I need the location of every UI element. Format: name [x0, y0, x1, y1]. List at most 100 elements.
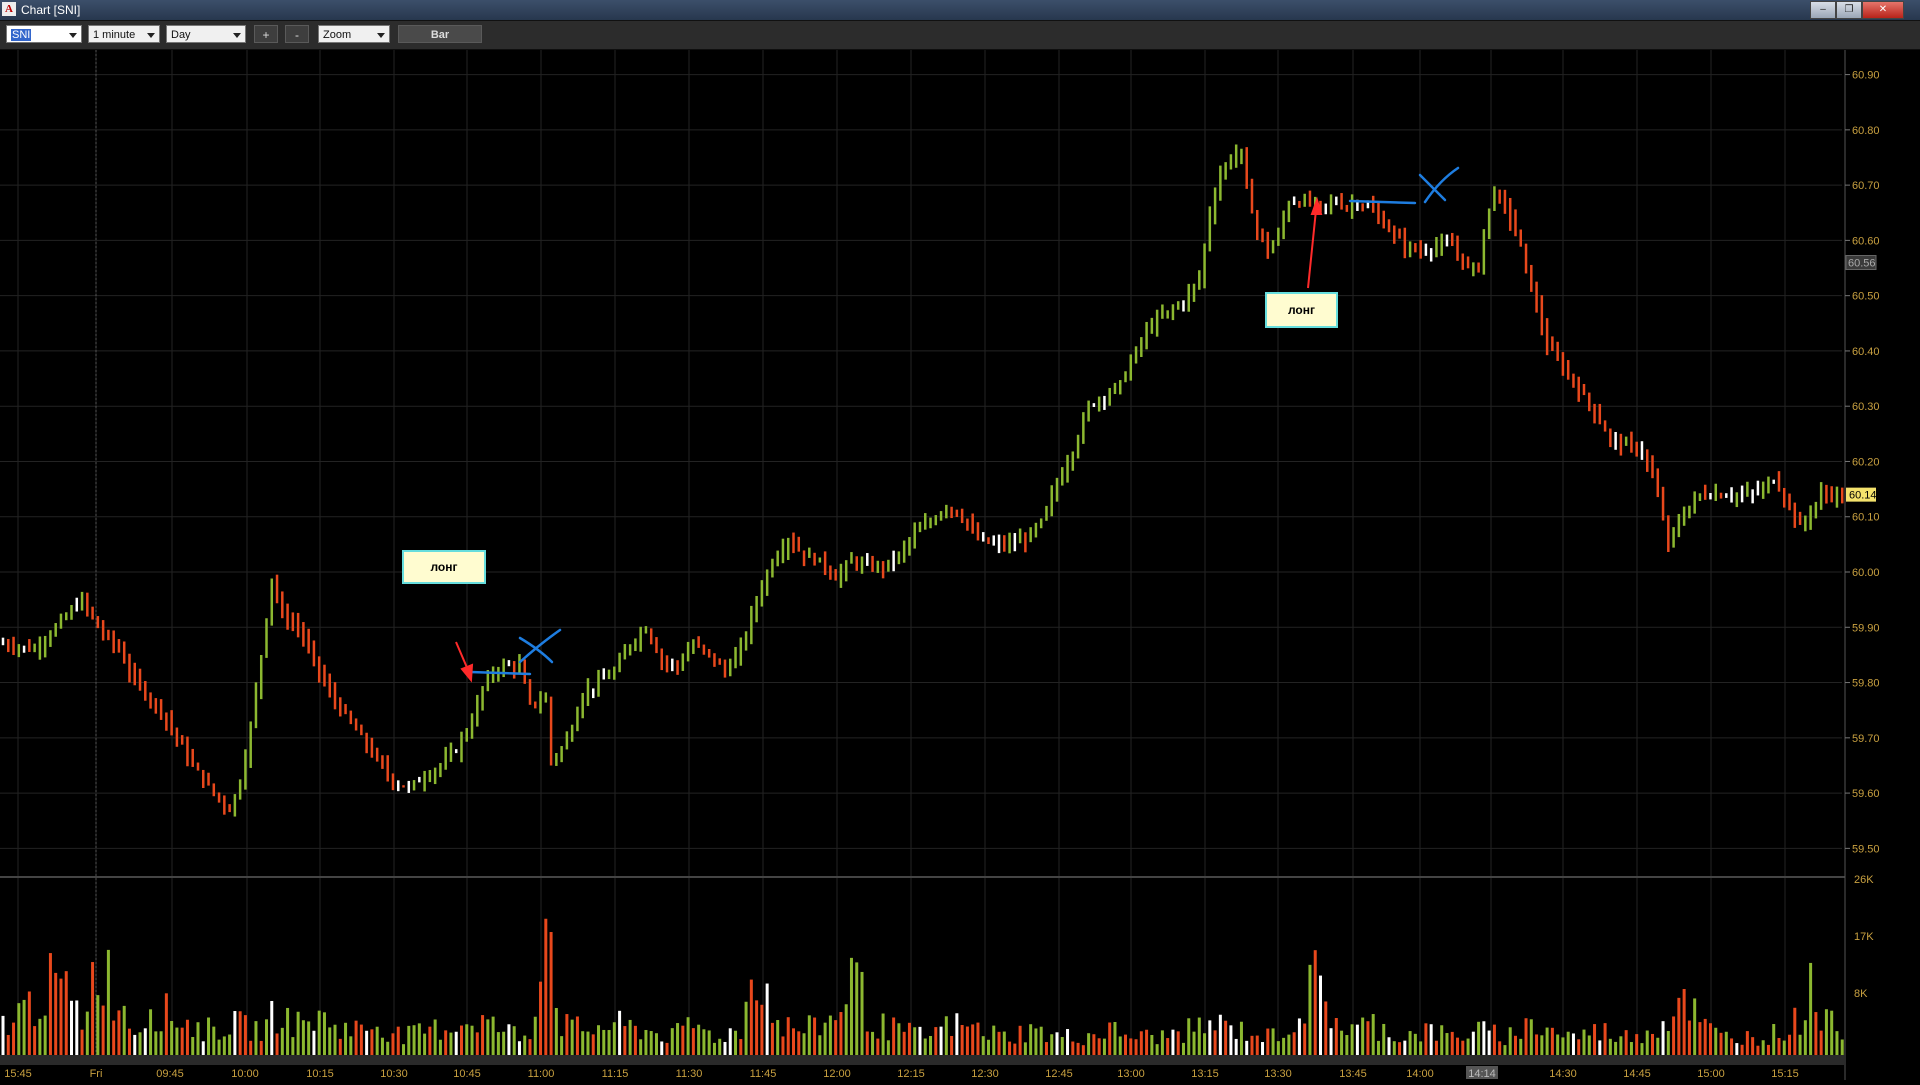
volume-bar — [1324, 1001, 1328, 1055]
volume-bar — [1535, 1034, 1539, 1055]
price-axis-label: 59.90 — [1852, 622, 1880, 634]
volume-bars — [1, 918, 1844, 1055]
volume-bar — [1055, 1032, 1059, 1055]
volume-bar — [570, 1019, 574, 1055]
volume-bar — [1276, 1041, 1280, 1055]
close-icon[interactable]: ✕ — [1862, 1, 1904, 19]
chevron-down-icon[interactable] — [147, 33, 155, 38]
volume-bar — [481, 1015, 485, 1055]
volume-bar — [1329, 1028, 1333, 1055]
volume-bar — [386, 1041, 390, 1055]
volume-bar — [1809, 962, 1813, 1055]
crosshair-price-label: 60.56 — [1848, 258, 1876, 270]
symbol-input[interactable]: SNI — [6, 25, 82, 43]
arrow-2-shaft — [1307, 209, 1317, 289]
volume-bar — [12, 1022, 16, 1055]
volume-bar — [201, 1041, 205, 1055]
volume-bar — [923, 1038, 927, 1055]
volume-bar — [217, 1039, 221, 1055]
volume-bar — [828, 1015, 832, 1055]
time-axis-label: 09:45 — [156, 1068, 184, 1080]
price-axis-label: 60.00 — [1852, 567, 1880, 579]
volume-bar — [1181, 1042, 1185, 1055]
volume-bar — [1577, 1039, 1581, 1055]
range-value: Day — [171, 29, 191, 41]
zoom-select[interactable]: Zoom — [318, 25, 390, 43]
volume-axis-label: 17K — [1854, 931, 1874, 943]
volume-bar — [1076, 1042, 1080, 1055]
volume-bar — [1434, 1040, 1438, 1055]
volume-bar — [1719, 1032, 1723, 1055]
volume-bar — [1571, 1033, 1575, 1055]
price-axis-label: 59.80 — [1852, 678, 1880, 690]
volume-bar — [1376, 1040, 1380, 1055]
volume-bar — [1266, 1028, 1270, 1055]
volume-bar — [1350, 1024, 1354, 1055]
volume-bar — [1029, 1024, 1033, 1055]
volume-bar — [1529, 1019, 1533, 1055]
volume-bar — [813, 1017, 817, 1055]
volume-bar — [707, 1030, 711, 1055]
range-select[interactable]: Day — [166, 25, 246, 43]
volume-bar — [1724, 1031, 1728, 1055]
volume-bar — [1366, 1021, 1370, 1055]
volume-bar — [138, 1032, 142, 1055]
chevron-down-icon[interactable] — [233, 33, 241, 38]
volume-bar — [27, 991, 31, 1055]
volume-bar — [1766, 1044, 1770, 1055]
interval-select[interactable]: 1 minute — [88, 25, 160, 43]
chart-area[interactable]: 60.90 60.80 60.70 60.60 60.50 60.40 60.30 60.20… — [0, 50, 1920, 1080]
volume-bar — [623, 1026, 627, 1055]
volume-bar — [1066, 1029, 1070, 1055]
volume-bar — [950, 1035, 954, 1055]
volume-bar — [1092, 1034, 1096, 1055]
volume-bar — [1656, 1037, 1660, 1055]
volume-bar — [1745, 1031, 1749, 1055]
zoom-in-button[interactable]: + — [254, 25, 278, 43]
volume-bar — [1498, 1041, 1502, 1055]
volume-bar — [702, 1029, 706, 1055]
volume-bar — [1519, 1038, 1523, 1055]
chart-grid — [0, 50, 1842, 1055]
price-axis-label: 60.50 — [1852, 291, 1880, 303]
volume-bar — [75, 1000, 79, 1055]
volume-bar — [1819, 1030, 1823, 1055]
volume-bar — [776, 1020, 780, 1055]
volume-bar — [1050, 1034, 1054, 1055]
volume-bar — [554, 1007, 558, 1055]
volume-bar — [786, 1017, 790, 1055]
volume-bar — [918, 1026, 922, 1055]
time-scrollbar[interactable] — [0, 1055, 1845, 1065]
volume-bar — [1503, 1045, 1507, 1055]
volume-bar — [212, 1026, 216, 1055]
time-axis-label: 15:45 — [4, 1068, 32, 1080]
chevron-down-icon[interactable] — [69, 33, 77, 38]
volume-bar — [1229, 1025, 1233, 1055]
chart-style-button[interactable]: Bar — [398, 25, 482, 43]
volume-bar — [565, 1014, 569, 1055]
chevron-down-icon[interactable] — [377, 33, 385, 38]
minimize-icon[interactable]: – — [1810, 1, 1836, 19]
zoom-out-button[interactable]: - — [285, 25, 309, 43]
price-chart[interactable]: 60.90 60.80 60.70 60.60 60.50 60.40 60.30 60.20… — [0, 50, 1920, 1080]
volume-bar — [934, 1027, 938, 1055]
price-axis-label: 60.80 — [1852, 125, 1880, 137]
restore-icon[interactable]: ❐ — [1836, 1, 1862, 19]
volume-bar — [734, 1030, 738, 1055]
volume-bar — [1761, 1040, 1765, 1055]
volume-bar — [1545, 1027, 1549, 1055]
volume-bar — [1524, 1018, 1528, 1055]
volume-bar — [549, 932, 553, 1055]
volume-bar — [897, 1023, 901, 1055]
volume-bar — [54, 972, 58, 1055]
volume-bar — [38, 1018, 42, 1055]
volume-bar — [423, 1033, 427, 1055]
volume-bar — [1782, 1040, 1786, 1055]
volume-bar — [1, 1015, 5, 1055]
time-axis-label: 14:45 — [1623, 1068, 1651, 1080]
volume-bar — [802, 1033, 806, 1055]
volume-bar — [175, 1027, 179, 1055]
volume-bar — [459, 1025, 463, 1055]
volume-bar — [1060, 1037, 1064, 1055]
volume-bar — [254, 1021, 258, 1055]
